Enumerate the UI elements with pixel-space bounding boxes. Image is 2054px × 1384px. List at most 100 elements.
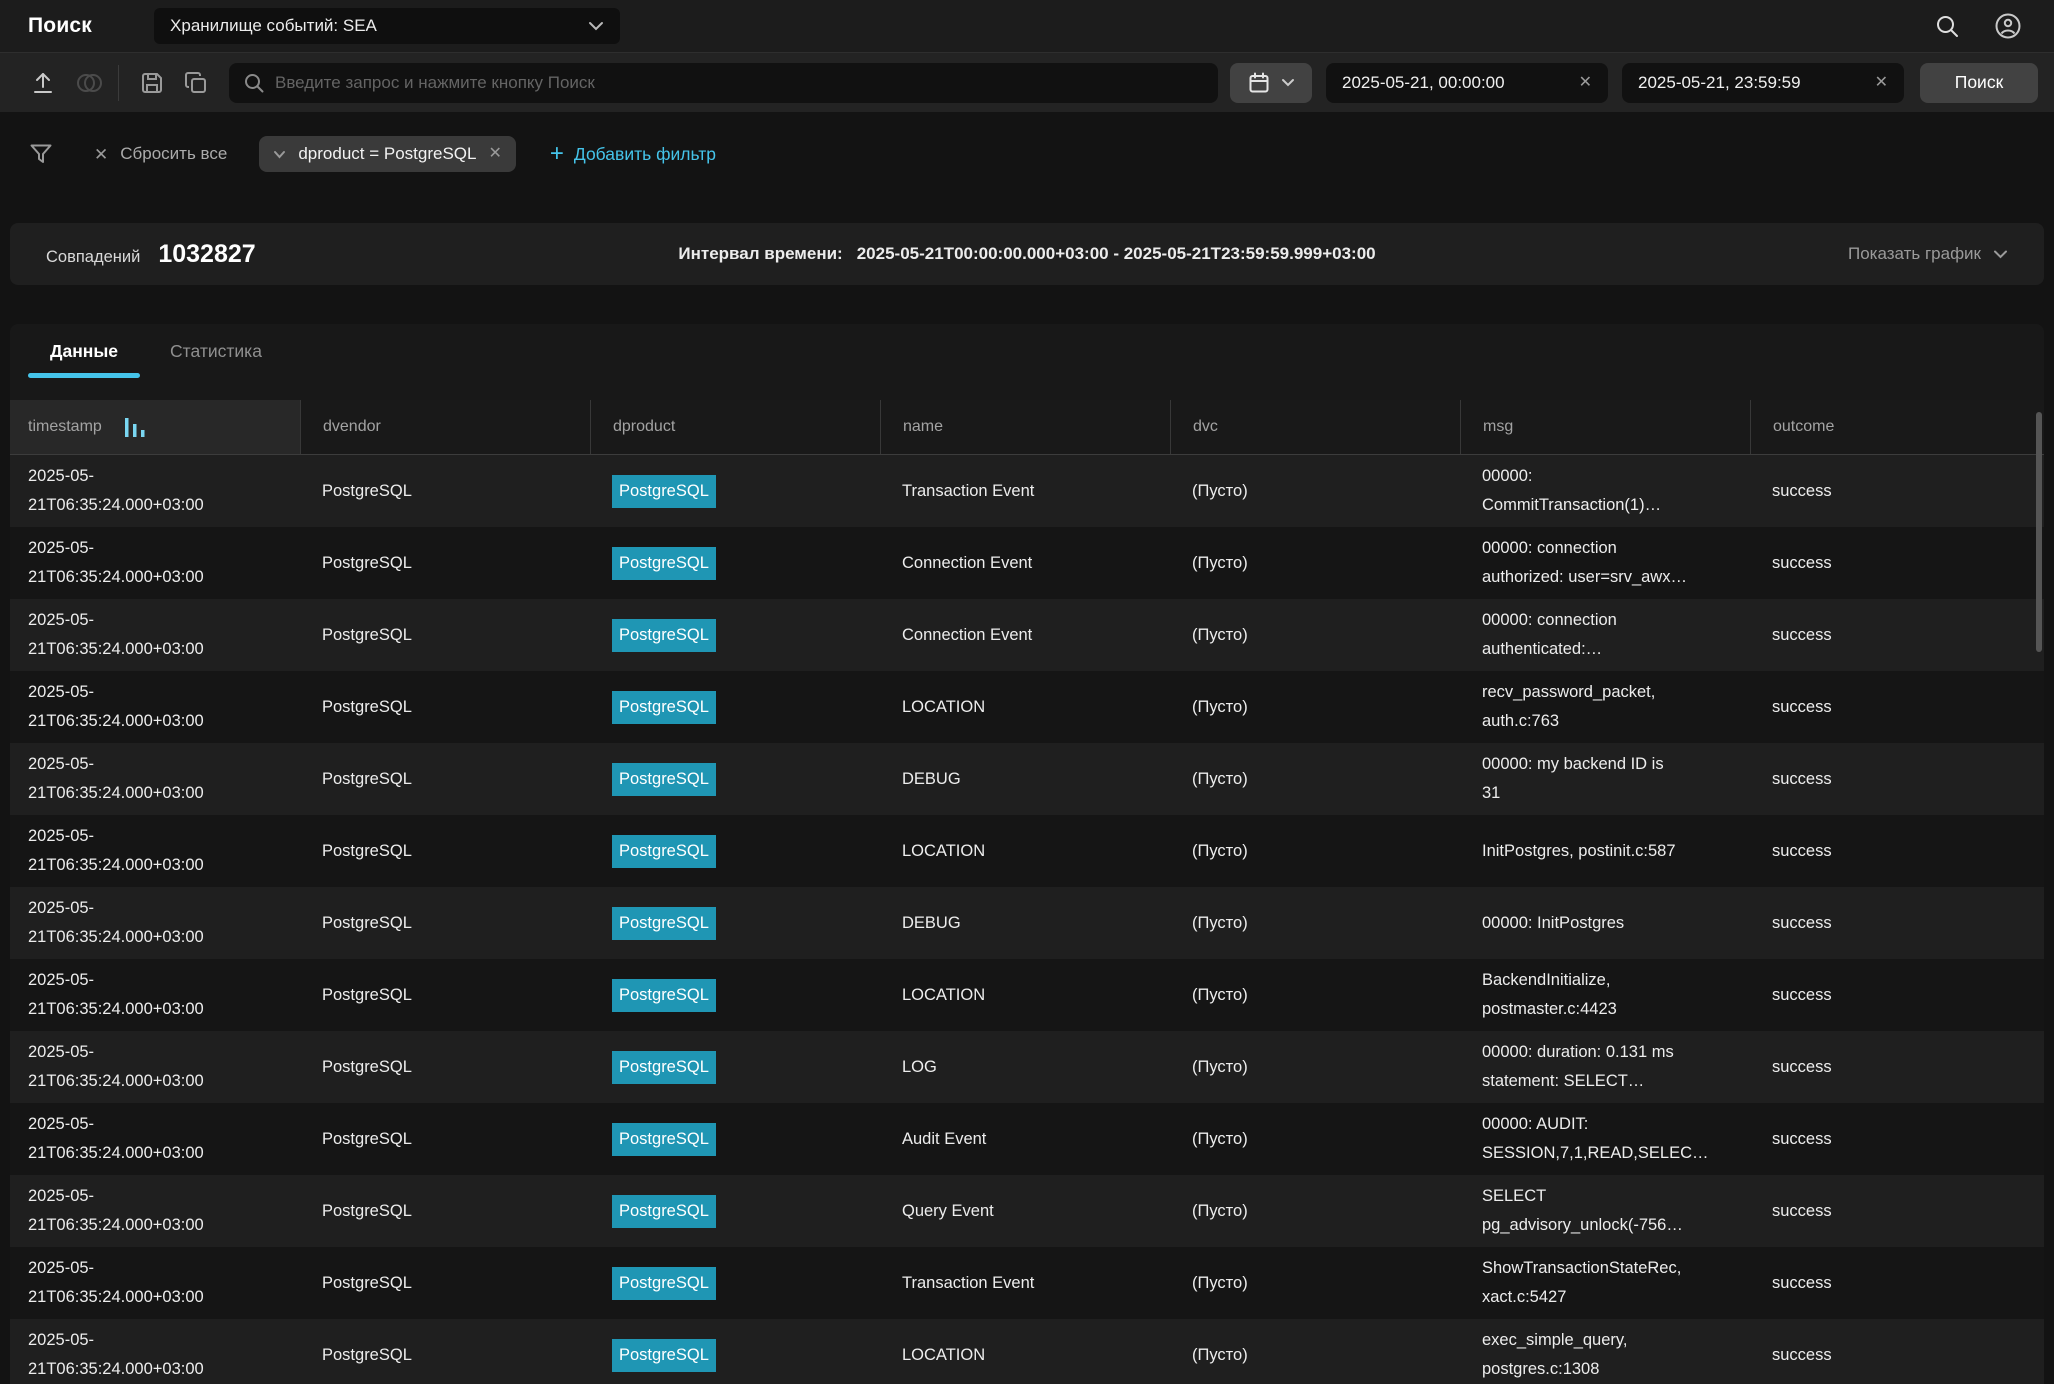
- copy-query-button[interactable]: [181, 68, 211, 98]
- results-summary-bar: Совпадений 1032827 Интервал времени: 202…: [10, 223, 2044, 285]
- filter-chip-dproduct[interactable]: dproduct = PostgreSQL ✕: [259, 136, 516, 172]
- cell-dvendor: PostgreSQL: [300, 455, 590, 527]
- cell-dvc: (Пусто): [1170, 1103, 1460, 1175]
- column-header-msg[interactable]: msg: [1460, 400, 1750, 454]
- cell-msg: 00000: my backend ID is 31: [1460, 743, 1750, 815]
- interval-value: 2025-05-21T00:00:00.000+03:00 - 2025-05-…: [857, 244, 1376, 264]
- table-row[interactable]: 2025-05- 21T06:35:24.000+03:00PostgreSQL…: [10, 599, 2044, 671]
- cell-dproduct: PostgreSQL: [590, 671, 880, 743]
- table-row[interactable]: 2025-05- 21T06:35:24.000+03:00PostgreSQL…: [10, 1247, 2044, 1319]
- cell-msg: ShowTransactionStateRec, xact.c:5427: [1460, 1247, 1750, 1319]
- cell-timestamp: 2025-05- 21T06:35:24.000+03:00: [10, 1319, 300, 1384]
- cell-name: LOCATION: [880, 959, 1170, 1031]
- search-button[interactable]: Поиск: [1920, 63, 2038, 103]
- date-to-field[interactable]: 2025-05-21, 23:59:59 ✕: [1622, 63, 1904, 103]
- interval-label: Интервал времени:: [678, 244, 842, 264]
- query-input-wrapper: [229, 63, 1218, 103]
- cell-outcome: success: [1750, 1103, 2044, 1175]
- cell-dproduct: PostgreSQL: [590, 743, 880, 815]
- cell-outcome: success: [1750, 815, 2044, 887]
- tab-statistics[interactable]: Статистика: [144, 324, 288, 378]
- cell-name: LOG: [880, 1031, 1170, 1103]
- table-scrollbar-thumb[interactable]: [2036, 412, 2042, 652]
- event-storage-dropdown[interactable]: Хранилище событий: SEA: [154, 8, 620, 44]
- remove-filter-icon[interactable]: ✕: [488, 146, 501, 162]
- cell-dproduct: PostgreSQL: [590, 1319, 880, 1384]
- highlighted-match: PostgreSQL: [612, 691, 716, 724]
- cell-dproduct: PostgreSQL: [590, 1247, 880, 1319]
- clear-date-from-icon[interactable]: ✕: [1579, 75, 1592, 91]
- cell-name: Audit Event: [880, 1103, 1170, 1175]
- sort-descending-icon[interactable]: [124, 417, 147, 438]
- table-row[interactable]: 2025-05- 21T06:35:24.000+03:00PostgreSQL…: [10, 671, 2044, 743]
- table-row[interactable]: 2025-05- 21T06:35:24.000+03:00PostgreSQL…: [10, 815, 2044, 887]
- cell-timestamp: 2025-05- 21T06:35:24.000+03:00: [10, 887, 300, 959]
- cell-outcome: success: [1750, 527, 2044, 599]
- table-row[interactable]: 2025-05- 21T06:35:24.000+03:00PostgreSQL…: [10, 743, 2044, 815]
- user-profile-icon[interactable]: [1994, 12, 2022, 40]
- column-header-dvc[interactable]: dvc: [1170, 400, 1460, 454]
- table-row[interactable]: 2025-05- 21T06:35:24.000+03:00PostgreSQL…: [10, 959, 2044, 1031]
- clear-date-to-icon[interactable]: ✕: [1875, 75, 1888, 91]
- event-storage-label: Хранилище событий: SEA: [170, 16, 377, 36]
- cell-msg: 00000: CommitTransaction(1)…: [1460, 455, 1750, 527]
- plus-icon: +: [550, 142, 564, 166]
- table-row[interactable]: 2025-05- 21T06:35:24.000+03:00PostgreSQL…: [10, 1103, 2044, 1175]
- table-row[interactable]: 2025-05- 21T06:35:24.000+03:00PostgreSQL…: [10, 887, 2044, 959]
- clear-all-filters-button[interactable]: ✕ Сбросить все: [94, 144, 227, 164]
- date-from-field[interactable]: 2025-05-21, 00:00:00 ✕: [1326, 63, 1608, 103]
- cell-name: DEBUG: [880, 743, 1170, 815]
- cell-name: Transaction Event: [880, 455, 1170, 527]
- highlighted-match: PostgreSQL: [612, 907, 716, 940]
- show-chart-label: Показать график: [1848, 244, 1981, 264]
- highlighted-match: PostgreSQL: [612, 1123, 716, 1156]
- table-row[interactable]: 2025-05- 21T06:35:24.000+03:00PostgreSQL…: [10, 1175, 2044, 1247]
- cell-outcome: success: [1750, 1175, 2044, 1247]
- cell-dvc: (Пусто): [1170, 1031, 1460, 1103]
- cell-dproduct: PostgreSQL: [590, 455, 880, 527]
- global-search-icon[interactable]: [1934, 13, 1960, 39]
- cell-dvendor: PostgreSQL: [300, 1103, 590, 1175]
- highlighted-match: PostgreSQL: [612, 475, 716, 508]
- tab-data[interactable]: Данные: [24, 324, 144, 378]
- table-row[interactable]: 2025-05- 21T06:35:24.000+03:00PostgreSQL…: [10, 527, 2044, 599]
- column-header-timestamp[interactable]: timestamp: [10, 400, 300, 454]
- show-chart-toggle[interactable]: Показать график: [1848, 244, 2008, 264]
- date-range-picker-button[interactable]: [1230, 63, 1312, 103]
- column-header-outcome[interactable]: outcome: [1750, 400, 2044, 454]
- cell-dproduct: PostgreSQL: [590, 815, 880, 887]
- export-button[interactable]: [28, 68, 58, 98]
- column-header-name[interactable]: name: [880, 400, 1170, 454]
- top-bar: Поиск Хранилище событий: SEA: [0, 0, 2054, 52]
- add-filter-button[interactable]: + Добавить фильтр: [550, 142, 716, 166]
- table-row[interactable]: 2025-05- 21T06:35:24.000+03:00 PostgreSQL…: [10, 1319, 2044, 1384]
- cell-msg: 00000: InitPostgres: [1460, 887, 1750, 959]
- cell-outcome: success: [1750, 743, 2044, 815]
- column-header-dproduct[interactable]: dproduct: [590, 400, 880, 454]
- highlighted-match: PostgreSQL: [612, 835, 716, 868]
- cell-name: LOCATION: [880, 1319, 1170, 1384]
- cell-outcome: success: [1750, 1247, 2044, 1319]
- correlate-button[interactable]: [74, 68, 104, 98]
- cell-dproduct: PostgreSQL: [590, 1031, 880, 1103]
- toolbar-divider: [118, 65, 119, 101]
- matches-count: 1032827: [158, 240, 255, 269]
- cell-dvendor: PostgreSQL: [300, 671, 590, 743]
- cell-msg: recv_password_packet, auth.c:763: [1460, 671, 1750, 743]
- chevron-down-icon: [273, 150, 286, 159]
- cell-msg: 00000: connection authenticated:…: [1460, 599, 1750, 671]
- cell-outcome: success: [1750, 887, 2044, 959]
- column-header-dvendor[interactable]: dvendor: [300, 400, 590, 454]
- cell-dvendor: PostgreSQL: [300, 887, 590, 959]
- highlighted-match: PostgreSQL: [612, 1051, 716, 1084]
- cell-timestamp: 2025-05- 21T06:35:24.000+03:00: [10, 959, 300, 1031]
- cell-dproduct: PostgreSQL: [590, 887, 880, 959]
- cell-name: Connection Event: [880, 599, 1170, 671]
- table-row[interactable]: 2025-05- 21T06:35:24.000+03:00PostgreSQL…: [10, 1031, 2044, 1103]
- matches-block: Совпадений 1032827: [46, 240, 256, 269]
- chevron-down-icon: [1281, 78, 1295, 87]
- query-input[interactable]: [275, 73, 1204, 93]
- save-query-button[interactable]: [137, 68, 167, 98]
- highlighted-match: PostgreSQL: [612, 763, 716, 796]
- table-row[interactable]: 2025-05- 21T06:35:24.000+03:00PostgreSQL…: [10, 455, 2044, 527]
